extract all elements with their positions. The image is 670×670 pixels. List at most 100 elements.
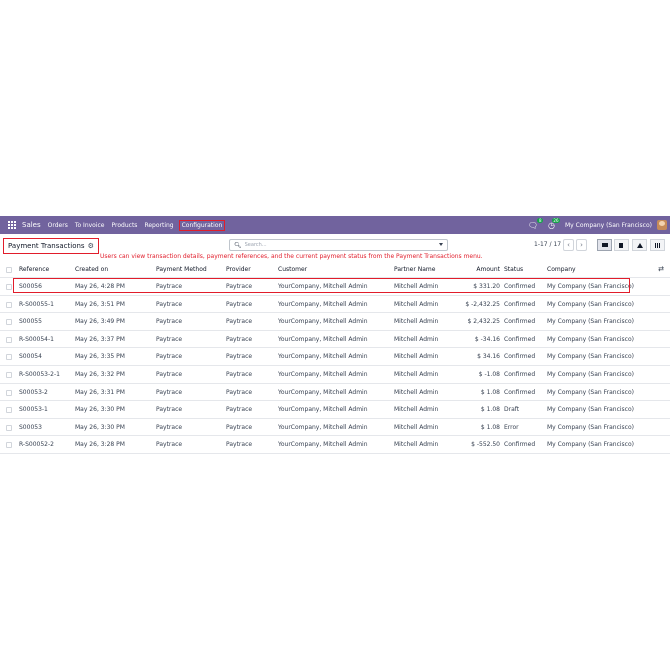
table-row[interactable]: S00056 May 26, 4:28 PM Paytrace Paytrace You… — [0, 278, 670, 296]
search-input[interactable] — [244, 242, 425, 248]
cell-created-on: May 26, 4:28 PM — [75, 283, 125, 290]
graph-view-icon — [636, 242, 643, 248]
row-checkbox[interactable] — [6, 284, 12, 290]
cell-created-on: May 26, 3:49 PM — [75, 318, 125, 326]
cell-amount: $ -34.16 — [474, 335, 500, 343]
menu-orders[interactable]: Orders — [48, 222, 68, 229]
app-name[interactable]: Sales — [22, 221, 41, 229]
cell-company: My Company (San Francisco) — [547, 318, 634, 326]
cell-created-on: May 26, 3:35 PM — [75, 353, 125, 361]
column-header-amount[interactable]: Amount — [476, 262, 500, 277]
column-header-customer[interactable]: Customer — [278, 262, 307, 277]
column-header-provider[interactable]: Provider — [226, 262, 251, 277]
user-avatar[interactable] — [657, 220, 667, 230]
cell-company: My Company (San Francisco) — [547, 406, 634, 414]
row-checkbox[interactable] — [6, 442, 12, 449]
cell-customer: YourCompany, Mitchell Admin — [278, 335, 368, 343]
cell-company: My Company (San Francisco) — [547, 370, 634, 378]
column-header-status[interactable]: Status — [504, 262, 523, 277]
cell-provider: Paytrace — [226, 423, 253, 431]
gear-icon[interactable]: ⚙ — [88, 242, 94, 250]
pager-value[interactable]: 1-17 / 17 — [534, 241, 561, 248]
row-checkbox[interactable] — [6, 319, 12, 326]
table-row[interactable]: R-S00052-2 May 26, 3:28 PM Paytrace Paytrac… — [0, 436, 670, 454]
cell-amount: $ -552.50 — [471, 441, 500, 449]
company-switcher[interactable]: My Company (San Francisco) — [565, 222, 652, 229]
search-bar[interactable]: 🔍︎ — [229, 239, 448, 251]
cell-customer: YourCompany, Mitchell Admin — [278, 423, 368, 431]
cell-amount: $ -1.08 — [478, 370, 500, 378]
pager-previous-button[interactable]: ‹ — [563, 239, 574, 251]
row-checkbox[interactable] — [6, 407, 12, 414]
kanban-view-button[interactable] — [614, 239, 629, 251]
row-checkbox[interactable] — [6, 301, 12, 308]
messages-icon[interactable]: 🗨 8 — [528, 217, 544, 230]
cell-status: Confirmed — [504, 283, 536, 290]
navbar-systray: 🗨 8 ◷ 26 My Company (San Francisco) — [528, 216, 670, 234]
cell-payment-method: Paytrace — [156, 300, 183, 308]
column-header-created-on[interactable]: Created on — [75, 262, 108, 277]
pivot-view-icon — [654, 242, 661, 248]
table-row[interactable]: S00055 May 26, 3:49 PM Paytrace Paytrace You… — [0, 313, 670, 331]
cell-amount: $ 1.08 — [480, 388, 500, 396]
column-header-partner-name[interactable]: Partner Name — [394, 262, 435, 277]
table-row[interactable]: R-S00054-1 May 26, 3:37 PM Paytrace Paytrac… — [0, 331, 670, 349]
column-header-reference[interactable]: Reference — [19, 262, 49, 277]
cell-company: My Company (San Francisco) — [547, 300, 634, 308]
menu-reporting[interactable]: Reporting — [144, 222, 173, 229]
table-row[interactable]: R-S00055-1 May 26, 3:51 PM Paytrace Paytrac… — [0, 296, 670, 314]
cell-reference: S00054 — [19, 353, 42, 361]
row-checkbox[interactable] — [6, 336, 12, 343]
cell-status: Draft — [504, 406, 520, 414]
table-row[interactable]: S00054 May 26, 3:35 PM Paytrace Paytrace You… — [0, 348, 670, 366]
cell-status: Confirmed — [504, 388, 536, 396]
cell-status: Confirmed — [504, 353, 536, 361]
search-options-toggle-icon[interactable] — [439, 243, 443, 246]
cell-payment-method: Paytrace — [156, 370, 183, 378]
cell-company: My Company (San Francisco) — [547, 335, 634, 343]
cell-status: Confirmed — [504, 370, 536, 378]
cell-created-on: May 26, 3:30 PM — [75, 423, 125, 431]
cell-payment-method: Paytrace — [156, 406, 183, 414]
cell-company: My Company (San Francisco) — [547, 441, 634, 449]
activities-count-badge: 26 — [551, 217, 560, 223]
apps-grid-icon[interactable] — [8, 220, 17, 230]
row-checkbox[interactable] — [6, 389, 12, 396]
pivot-view-button[interactable] — [650, 239, 665, 251]
column-header-payment-method[interactable]: Payment Method — [156, 262, 207, 277]
menu-to-invoice[interactable]: To Invoice — [75, 222, 105, 229]
optional-columns-icon[interactable]: ⇄ — [658, 262, 664, 277]
row-checkbox[interactable] — [6, 371, 12, 378]
cell-provider: Paytrace — [226, 353, 253, 361]
cell-reference: R-S00052-2 — [19, 441, 54, 449]
table-row[interactable]: S00053 May 26, 3:30 PM Paytrace Paytrace You… — [0, 419, 670, 437]
cell-customer: YourCompany, Mitchell Admin — [278, 318, 368, 326]
cell-status: Confirmed — [504, 335, 536, 343]
graph-view-button[interactable] — [632, 239, 647, 251]
list-view-button[interactable] — [597, 239, 612, 251]
cell-provider: Paytrace — [226, 283, 253, 290]
pager-next-button[interactable]: › — [576, 239, 587, 251]
list-view-icon — [601, 243, 608, 247]
table-row[interactable]: S00053-1 May 26, 3:30 PM Paytrace Paytrace Y… — [0, 401, 670, 419]
cell-created-on: May 26, 3:51 PM — [75, 300, 125, 308]
activities-clock-icon[interactable]: ◷ 26 — [548, 217, 560, 230]
row-checkbox[interactable] — [6, 424, 12, 431]
row-checkbox[interactable] — [6, 354, 12, 361]
cell-created-on: May 26, 3:32 PM — [75, 370, 125, 378]
cell-payment-method: Paytrace — [156, 335, 183, 343]
cell-partner-name: Mitchell Admin — [394, 370, 439, 378]
cell-partner-name: Mitchell Admin — [394, 283, 439, 290]
menu-products[interactable]: Products — [112, 222, 138, 229]
cell-payment-method: Paytrace — [156, 388, 183, 396]
column-header-company[interactable]: Company — [547, 262, 576, 277]
menu-configuration[interactable]: Configuration — [178, 219, 226, 231]
cell-customer: YourCompany, Mitchell Admin — [278, 388, 368, 396]
cell-partner-name: Mitchell Admin — [394, 423, 439, 431]
table-row[interactable]: R-S00053-2-1 May 26, 3:32 PM Paytrace Paytr… — [0, 366, 670, 384]
select-all-checkbox[interactable] — [6, 267, 12, 273]
table-body: S00056 May 26, 4:28 PM Paytrace Paytrace You… — [0, 278, 670, 454]
cell-amount: $ 1.08 — [480, 406, 500, 414]
cell-payment-method: Paytrace — [156, 353, 183, 361]
table-row[interactable]: S00053-2 May 26, 3:31 PM Paytrace Paytrace Y… — [0, 384, 670, 402]
